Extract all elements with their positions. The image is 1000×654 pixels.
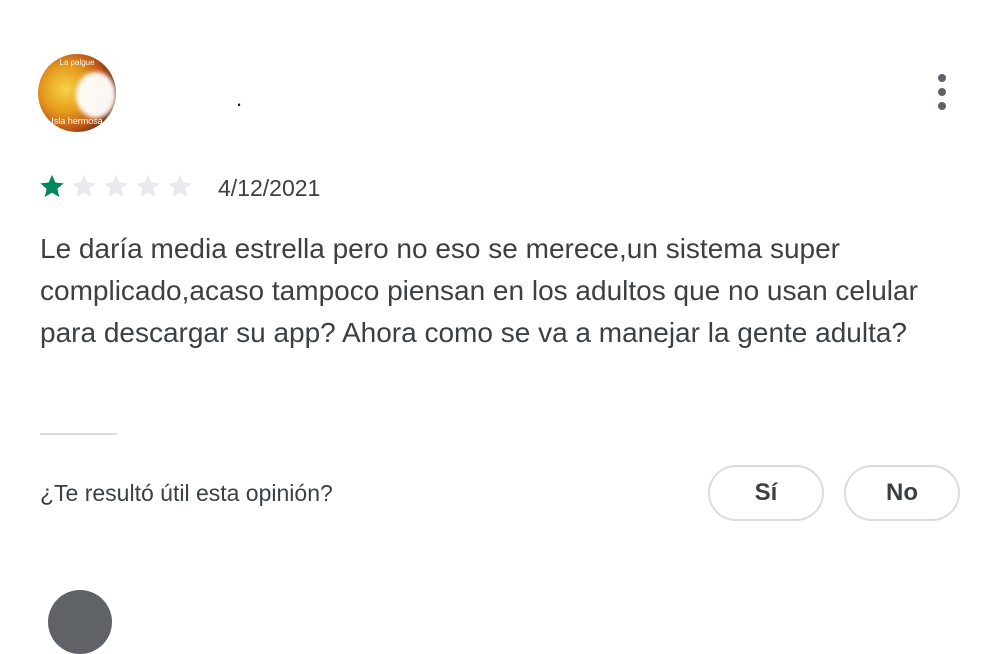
star-empty-icon — [168, 174, 192, 197]
helpful-yes-button[interactable]: Sí — [708, 465, 824, 521]
star-empty-icon — [104, 174, 128, 197]
review-text: Le daría media estrella pero no eso se m… — [40, 233, 918, 348]
more-vert-icon-dot — [938, 102, 946, 110]
reviewer-name: . — [236, 86, 243, 111]
more-options-button[interactable] — [924, 68, 960, 116]
star-empty-icon — [72, 174, 96, 197]
avatar-bottom-text: Isla hermosa — [51, 116, 103, 126]
helpful-question: ¿Te resultó útil esta opinión? — [40, 480, 333, 506]
more-vert-icon-dot — [938, 88, 946, 96]
review-date: 4/12/2021 — [218, 175, 321, 201]
reviewer-avatar: La palgue Isla hermosa — [38, 54, 116, 132]
divider — [40, 433, 117, 435]
avatar-top-text: La palgue — [59, 58, 95, 67]
star-rating — [38, 172, 194, 200]
avatar-redaction — [76, 72, 116, 118]
more-vert-icon — [938, 74, 946, 82]
star-filled-icon — [40, 174, 64, 197]
helpful-no-button[interactable]: No — [844, 465, 960, 521]
star-empty-icon — [136, 174, 160, 197]
